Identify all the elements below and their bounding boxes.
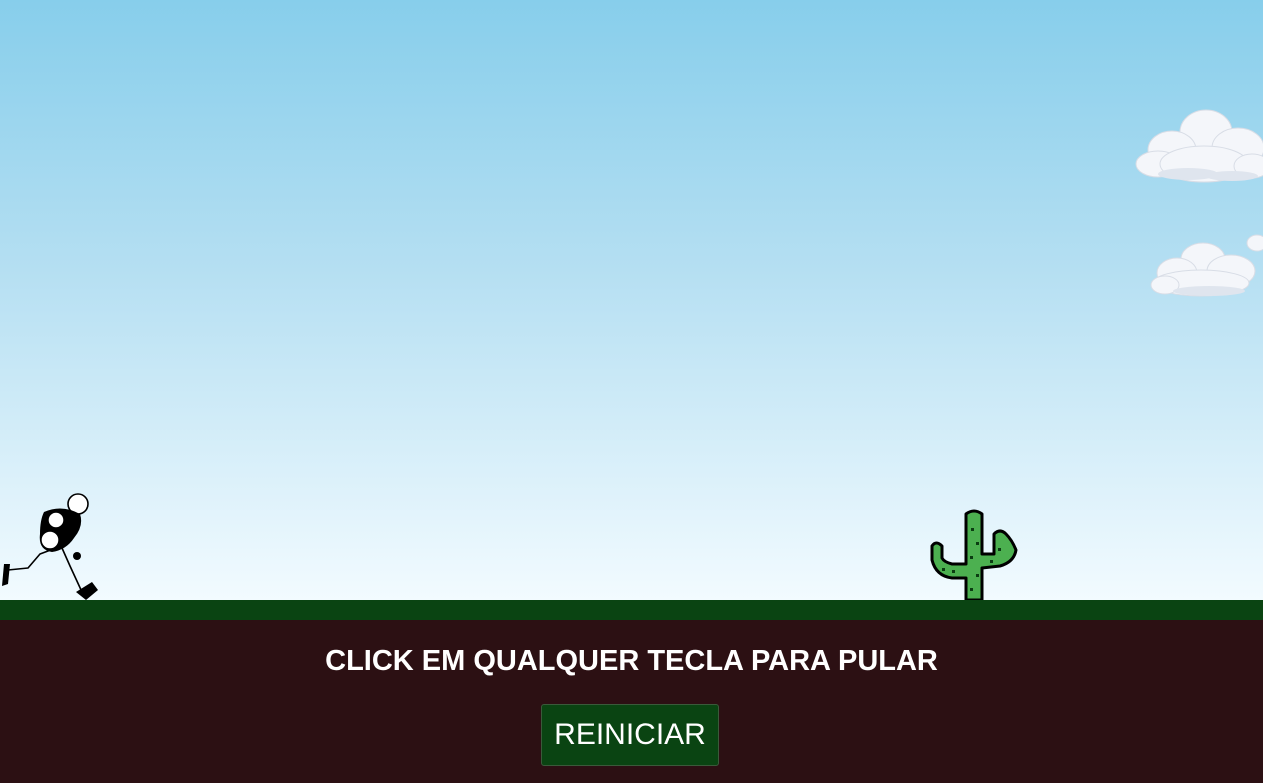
cactus-obstacle-sprite [930, 509, 1018, 600]
restart-button[interactable]: REINICIAR [541, 704, 719, 766]
player-runner-sprite [2, 493, 98, 600]
ground-strip [0, 600, 1263, 620]
cloud-sprite [1150, 234, 1263, 297]
game-board[interactable] [0, 0, 1263, 600]
instruction-text: CLICK EM QUALQUER TECLA PARA PULAR [325, 645, 938, 677]
cloud-sprite [1135, 109, 1263, 183]
